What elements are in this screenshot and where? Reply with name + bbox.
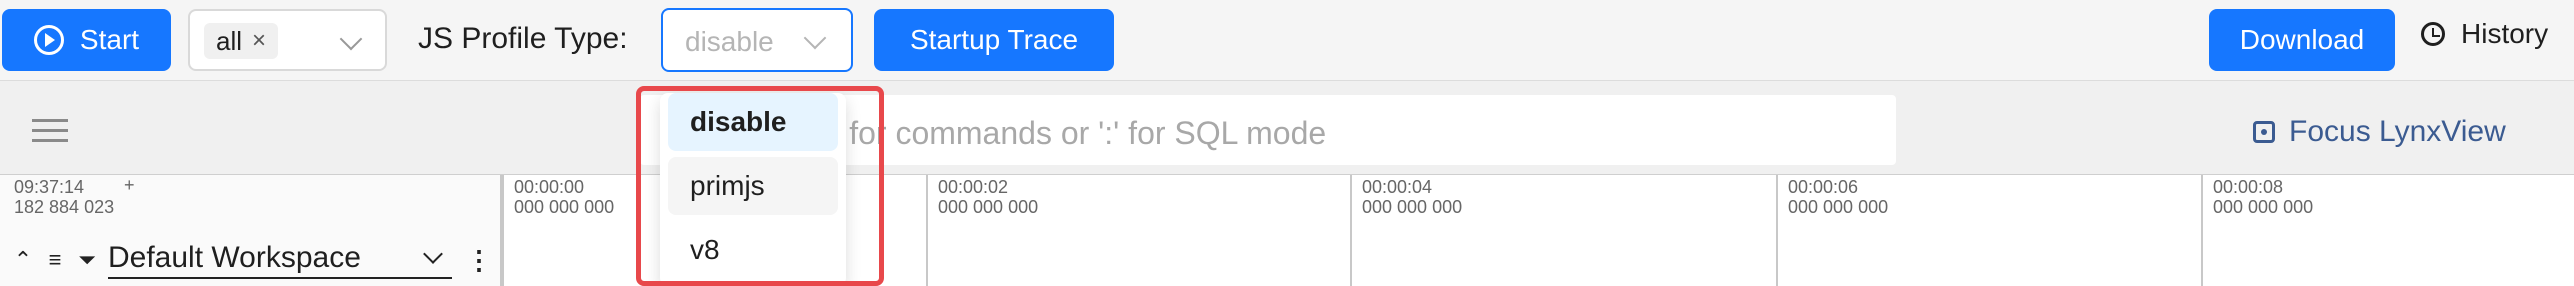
chevron-down-icon bbox=[803, 26, 827, 50]
timeline-area: 09:37:14 182 884 023 + ⌃ ≡ ⏷ Default Wor… bbox=[0, 175, 2574, 286]
history-label: History bbox=[2461, 18, 2549, 49]
close-icon[interactable]: × bbox=[252, 27, 266, 55]
cursor-time: 09:37:14 182 884 023 bbox=[14, 177, 114, 217]
focus-lynxview-button[interactable]: Focus LynxView bbox=[2253, 115, 2506, 149]
tick-time: 00:00:00 bbox=[514, 177, 585, 197]
tick-time: 00:00:02 bbox=[938, 177, 1009, 197]
startup-trace-button[interactable]: Startup Trace bbox=[874, 9, 1114, 71]
search-bar: ch or type '>' for commands or ':' for S… bbox=[0, 81, 2574, 175]
track-panel-header: 09:37:14 182 884 023 + ⌃ ≡ ⏷ Default Wor… bbox=[0, 175, 502, 286]
filter-icon[interactable]: ⏷ bbox=[76, 247, 98, 272]
add-note-button[interactable]: + bbox=[124, 175, 135, 196]
top-toolbar: Start all × JS Profile Type: disable Sta… bbox=[0, 0, 2574, 81]
js-profile-select[interactable]: disable bbox=[661, 8, 853, 72]
focus-label: Focus LynxView bbox=[2289, 115, 2506, 148]
js-profile-dropdown: disable primjs v8 bbox=[660, 93, 846, 286]
tick-time: 00:00:08 bbox=[2213, 177, 2284, 197]
clock-icon bbox=[2421, 22, 2445, 46]
more-icon[interactable]: ⋮ bbox=[466, 245, 492, 275]
sort-icon[interactable]: ≡ bbox=[44, 247, 66, 272]
start-label: Start bbox=[79, 24, 140, 55]
workspace-select[interactable]: Default Workspace bbox=[108, 241, 452, 279]
play-icon bbox=[33, 25, 64, 55]
js-profile-value: disable bbox=[685, 26, 774, 57]
option-disable[interactable]: disable bbox=[668, 93, 838, 151]
tick-time: 00:00:04 bbox=[1362, 177, 1433, 197]
time-tick: 00:00:02 000 000 000 bbox=[926, 175, 1038, 286]
cursor-time-hms: 09:37:14 bbox=[14, 177, 85, 197]
tick-time: 00:00:06 bbox=[1788, 177, 1859, 197]
filter-tag: all × bbox=[204, 23, 279, 59]
time-tick: 00:00:08 000 000 000 bbox=[2201, 175, 2313, 286]
time-tick: 00:00:06 000 000 000 bbox=[1776, 175, 1888, 286]
focus-icon bbox=[2253, 121, 2275, 143]
tick-ns: 000 000 000 bbox=[1788, 197, 1889, 217]
start-button[interactable]: Start bbox=[2, 9, 171, 71]
chevron-down-icon bbox=[339, 27, 363, 51]
collapse-icon[interactable]: ⌃ bbox=[12, 247, 34, 272]
history-button[interactable]: History bbox=[2421, 18, 2548, 50]
filter-select[interactable]: all × bbox=[188, 9, 387, 71]
option-v8[interactable]: v8 bbox=[668, 221, 838, 279]
js-profile-label: JS Profile Type: bbox=[418, 22, 628, 55]
menu-icon[interactable] bbox=[32, 119, 68, 149]
tick-ns: 000 000 000 bbox=[514, 197, 615, 217]
option-primjs[interactable]: primjs bbox=[668, 157, 838, 215]
filter-tag-label: all bbox=[216, 25, 243, 56]
tick-ns: 000 000 000 bbox=[1362, 197, 1463, 217]
chevron-down-icon bbox=[423, 244, 443, 264]
workspace-row: ⌃ ≡ ⏷ Default Workspace ⋮ bbox=[12, 241, 492, 279]
time-tick: 00:00:00 000 000 000 bbox=[502, 175, 614, 286]
tick-ns: 000 000 000 bbox=[938, 197, 1039, 217]
workspace-label: Default Workspace bbox=[108, 241, 361, 274]
cursor-time-ns: 182 884 023 bbox=[14, 197, 115, 217]
tick-ns: 000 000 000 bbox=[2213, 197, 2314, 217]
time-tick: 00:00:04 000 000 000 bbox=[1350, 175, 1462, 286]
download-button[interactable]: Download bbox=[2209, 9, 2395, 71]
